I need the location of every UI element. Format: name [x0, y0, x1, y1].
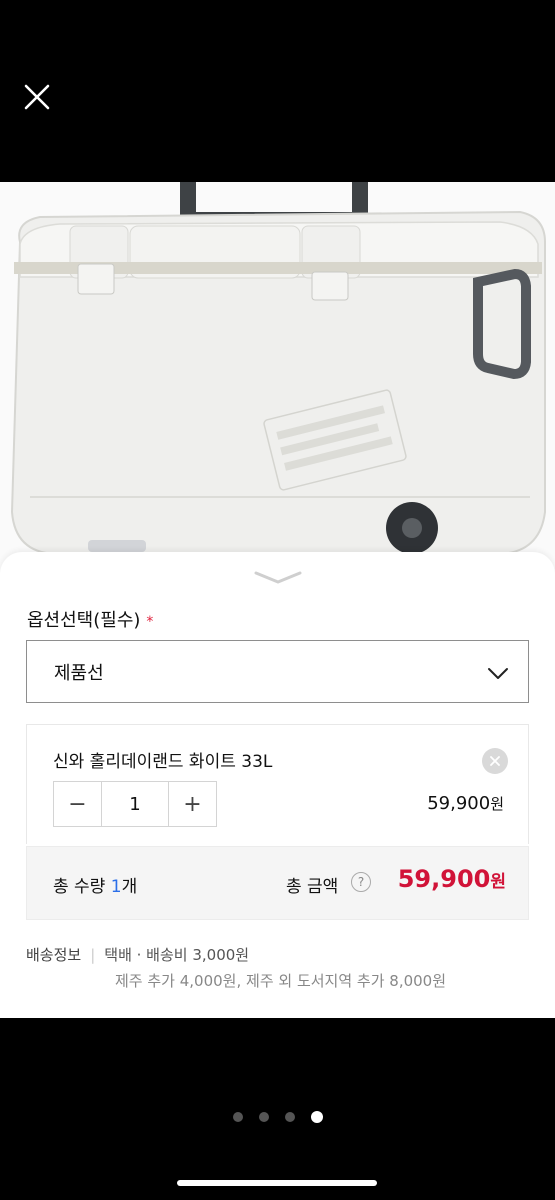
- close-button[interactable]: [20, 80, 54, 114]
- minus-icon: −: [68, 791, 87, 817]
- total-quantity: 총 수량 1개: [53, 872, 137, 897]
- decrease-button[interactable]: −: [54, 782, 101, 826]
- help-icon[interactable]: ?: [351, 872, 371, 892]
- selected-item-card: 신와 홀리데이랜드 화이트 33L − 1 + 59,900원: [26, 724, 529, 844]
- close-icon: [24, 84, 50, 110]
- shipping-label: 배송정보: [26, 946, 82, 964]
- page-dot[interactable]: [232, 1112, 243, 1122]
- shipping-method: 택배 · 배송비 3,000원: [104, 946, 250, 964]
- total-summary: 총 수량 1개 총 금액 ? 59,900원: [26, 846, 529, 920]
- page-dot[interactable]: [310, 1111, 323, 1123]
- item-price: 59,900원: [427, 793, 504, 814]
- pagination-dots: [0, 1111, 555, 1123]
- chevron-down-icon: [488, 668, 508, 679]
- option-sheet: 옵션선택(필수) * 제품선 신와 홀리데이랜드 화이트 33L − 1 + 59…: [0, 552, 555, 1018]
- remove-item-button[interactable]: [482, 748, 508, 774]
- total-amount-currency: 원: [490, 872, 506, 892]
- product-image: [0, 182, 555, 582]
- page-dot[interactable]: [284, 1112, 295, 1122]
- item-price-amount: 59,900: [427, 793, 491, 814]
- total-amount: 59,900원: [398, 865, 506, 893]
- option-title: 옵션선택(필수) *: [27, 606, 153, 632]
- plus-icon: +: [183, 791, 202, 817]
- shipping-info: 배송정보 | 택배 · 배송비 3,000원: [26, 944, 249, 965]
- total-quantity-value: 1: [110, 877, 122, 897]
- item-price-currency: 원: [490, 795, 504, 813]
- quantity-stepper: − 1 +: [53, 781, 217, 827]
- quantity-value[interactable]: 1: [101, 782, 169, 826]
- close-icon: [490, 756, 500, 766]
- total-quantity-unit: 개: [121, 877, 138, 897]
- option-title-text: 옵션선택(필수): [27, 610, 141, 631]
- page-dot[interactable]: [258, 1112, 269, 1122]
- total-amount-value: 59,900: [397, 865, 491, 893]
- total-amount-label: 총 금액: [286, 877, 339, 897]
- total-quantity-label: 총 수량: [53, 877, 106, 897]
- divider: |: [90, 946, 96, 964]
- item-name: 신와 홀리데이랜드 화이트 33L: [53, 752, 273, 772]
- option-select[interactable]: 제품선: [26, 640, 529, 703]
- home-indicator: [177, 1180, 377, 1186]
- shipping-extra-fee: 제주 추가 4,000원, 제주 외 도서지역 추가 8,000원: [115, 972, 447, 990]
- option-select-value: 제품선: [54, 662, 104, 684]
- increase-button[interactable]: +: [169, 782, 216, 826]
- required-mark: *: [146, 614, 154, 630]
- chevron-down-icon[interactable]: [252, 568, 304, 586]
